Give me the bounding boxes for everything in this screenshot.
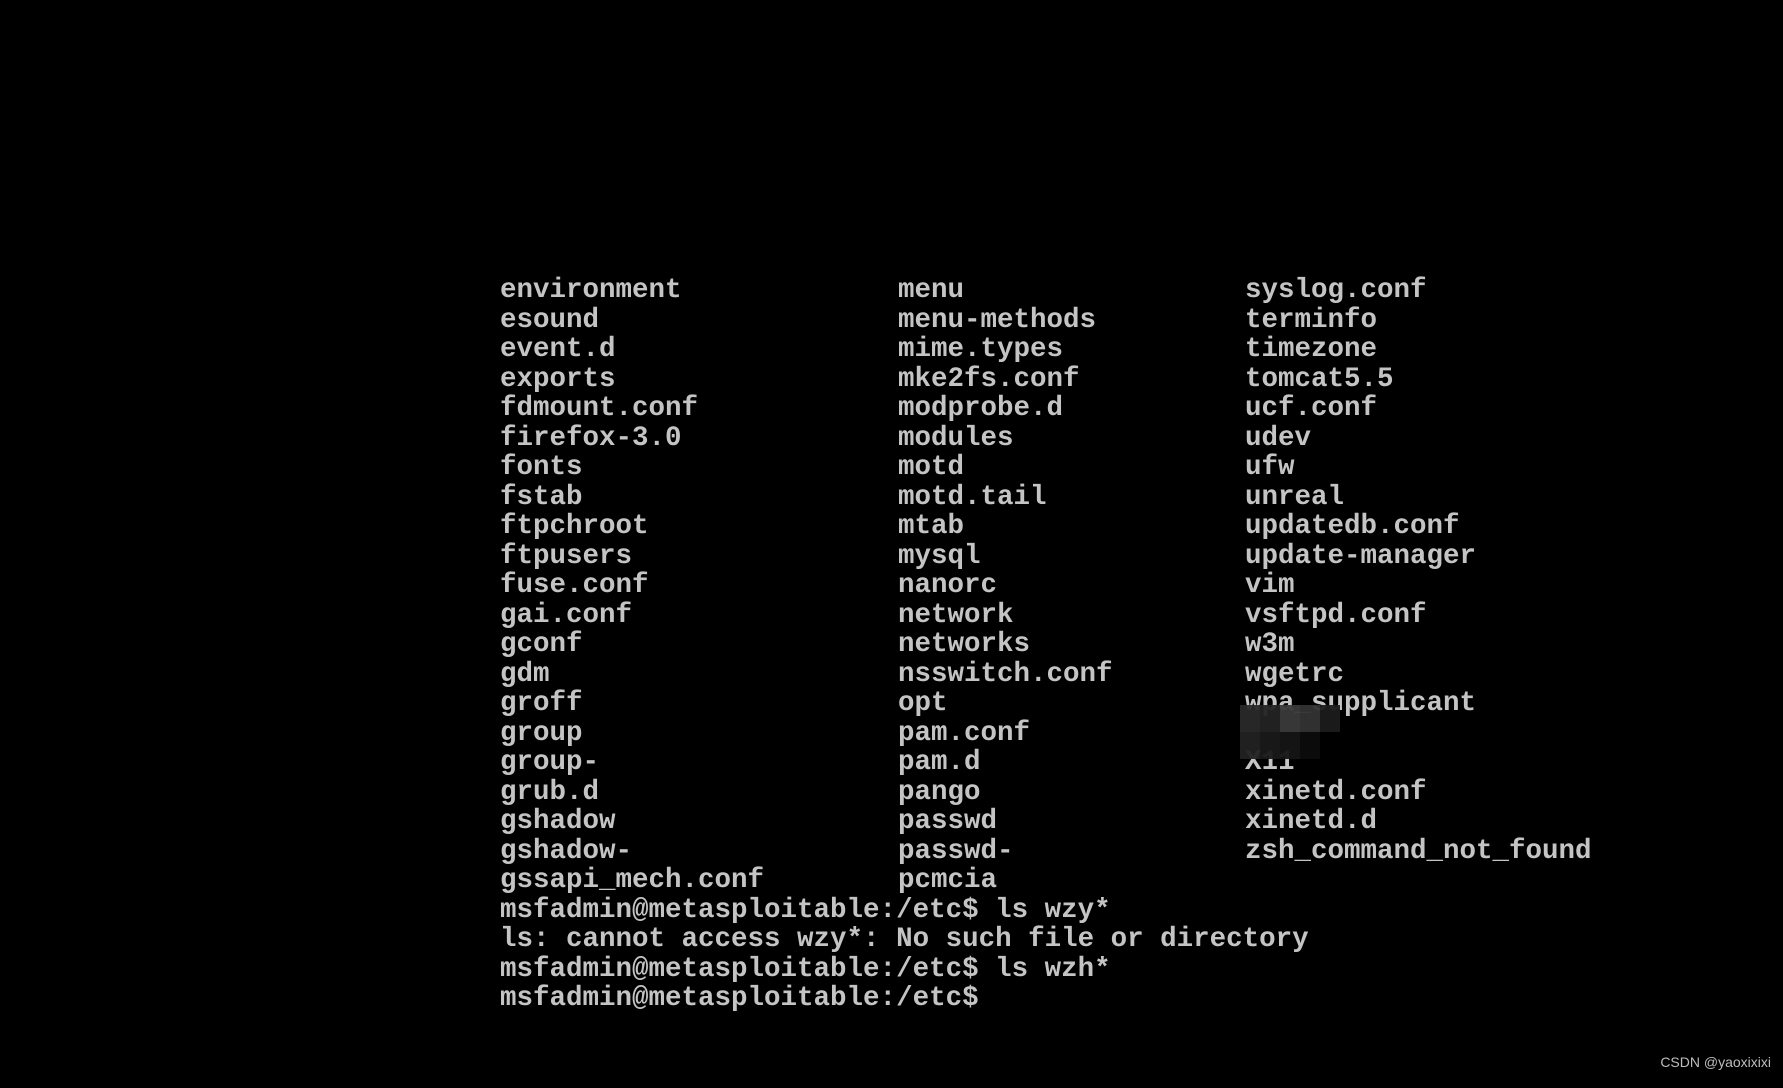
file-entry: vim xyxy=(1245,570,1295,601)
file-entry: gshadow xyxy=(500,806,616,837)
file-entry: zsh_command_not_found xyxy=(1245,835,1592,867)
shell-prompt-line: msfadmin@metasploitable:/etc$ ls wzh* xyxy=(500,953,1111,985)
file-entry: mtab xyxy=(898,511,965,542)
file-entry: environment xyxy=(500,275,682,306)
file-entry: udev xyxy=(1245,422,1312,454)
redacted-mosaic xyxy=(1240,705,1340,759)
file-entry: timezone xyxy=(1245,334,1378,365)
file-entry: xinetd.conf xyxy=(1245,776,1427,808)
file-entry: gssapi_mech.conf xyxy=(500,865,765,896)
file-entry: updatedb.conf xyxy=(1245,511,1460,542)
file-entry: passwd xyxy=(898,806,998,837)
file-entry: pam.d xyxy=(898,747,981,778)
watermark: CSDN @yaoxixixi xyxy=(1660,1054,1771,1070)
file-entry: fdmount.conf xyxy=(500,393,699,424)
file-entry: unreal xyxy=(1245,481,1345,513)
shell-prompt-line: msfadmin@metasploitable:/etc$ xyxy=(500,983,996,1014)
file-entry: mke2fs.conf xyxy=(898,363,1080,395)
file-entry: ucf.conf xyxy=(1245,393,1378,424)
file-entry: ufw xyxy=(1245,452,1295,483)
file-entry: esound xyxy=(500,304,600,336)
shell-output-line: ls: cannot access wzy*: No such file or … xyxy=(500,924,1309,955)
file-entry: terminfo xyxy=(1245,304,1378,336)
file-entry: gshadow- xyxy=(500,835,633,867)
file-entry: opt xyxy=(898,688,948,719)
file-entry: passwd- xyxy=(898,835,1014,867)
file-entry: update-manager xyxy=(1245,540,1477,572)
file-entry: pcmcia xyxy=(898,865,998,896)
file-entry: mime.types xyxy=(898,334,1064,365)
file-entry: network xyxy=(898,599,1014,631)
file-entry: gai.conf xyxy=(500,599,633,631)
file-entry: fonts xyxy=(500,452,583,483)
file-entry: pango xyxy=(898,776,981,808)
shell-prompt-line: msfadmin@metasploitable:/etc$ ls wzy* xyxy=(500,894,1111,926)
file-entry: wgetrc xyxy=(1245,658,1345,690)
file-entry: menu xyxy=(898,275,965,306)
terminal-screen[interactable]: environment menu syslog.conf esound menu-met… xyxy=(0,0,1783,1088)
file-entry: group xyxy=(500,717,583,749)
file-entry: menu-methods xyxy=(898,304,1097,336)
file-entry: motd xyxy=(898,452,965,483)
file-entry: fuse.conf xyxy=(500,570,649,601)
file-entry: ftpchroot xyxy=(500,511,649,542)
file-entry: pam.conf xyxy=(898,717,1031,749)
file-entry: syslog.conf xyxy=(1245,275,1427,306)
file-entry: fstab xyxy=(500,481,583,513)
file-entry: exports xyxy=(500,363,616,395)
file-entry: xinetd.d xyxy=(1245,806,1378,837)
file-entry: group- xyxy=(500,747,600,778)
file-entry: motd.tail xyxy=(898,481,1047,513)
file-entry: firefox-3.0 xyxy=(500,422,682,454)
file-entry: networks xyxy=(898,629,1031,660)
file-entry: grub.d xyxy=(500,776,600,808)
file-entry: groff xyxy=(500,688,583,719)
file-entry: tomcat5.5 xyxy=(1245,363,1394,395)
file-entry: modules xyxy=(898,422,1014,454)
file-entry: nanorc xyxy=(898,570,998,601)
file-entry: gconf xyxy=(500,629,583,660)
file-entry: gdm xyxy=(500,658,550,690)
file-entry: event.d xyxy=(500,334,616,365)
file-entry: w3m xyxy=(1245,629,1295,660)
file-entry: modprobe.d xyxy=(898,393,1064,424)
file-entry: vsftpd.conf xyxy=(1245,599,1427,631)
file-entry: nsswitch.conf xyxy=(898,658,1113,690)
file-entry: mysql xyxy=(898,540,981,572)
file-entry: ftpusers xyxy=(500,540,633,572)
